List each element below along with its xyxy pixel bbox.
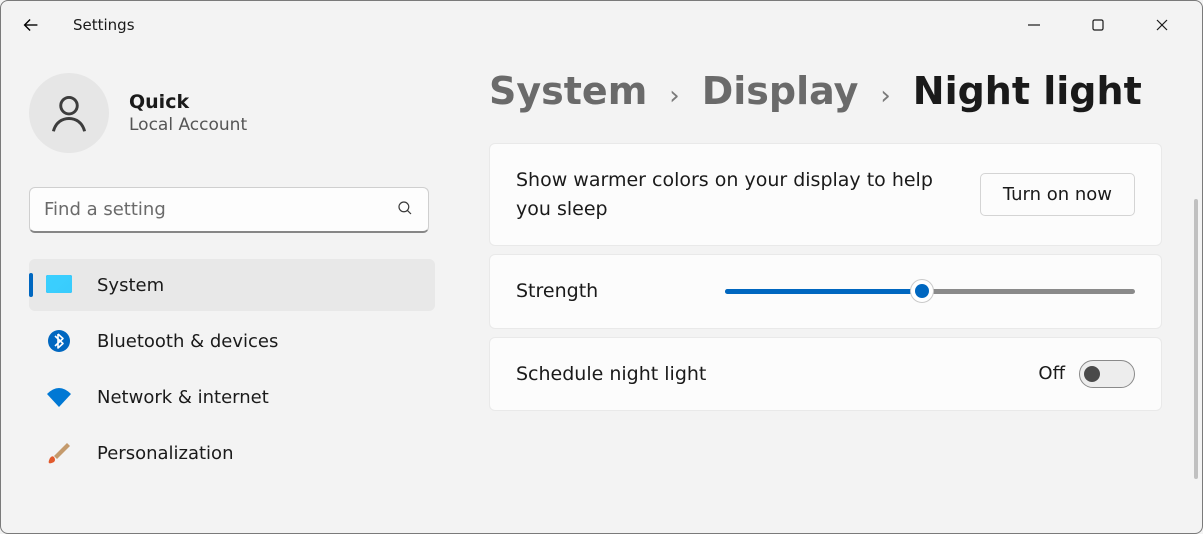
schedule-state-label: Off [1038,363,1065,384]
body: Quick Local Account System [1,49,1202,533]
search-box[interactable] [29,187,429,233]
titlebar: Settings [1,1,1202,49]
sidebar: Quick Local Account System [1,49,441,533]
sidebar-item-system[interactable]: System [29,259,435,311]
main-panel: System › Display › Night light Show warm… [441,49,1202,533]
night-light-description: Show warmer colors on your display to he… [516,166,936,223]
arrow-left-icon [20,14,42,36]
schedule-label: Schedule night light [516,360,706,389]
scrollbar[interactable] [1194,199,1198,479]
sidebar-item-personalization[interactable]: Personalization [29,427,435,479]
system-icon [45,271,73,299]
breadcrumb: System › Display › Night light [489,69,1162,113]
breadcrumb-current: Night light [913,69,1142,113]
sidebar-item-label: Network & internet [97,387,269,408]
breadcrumb-display[interactable]: Display [702,69,859,113]
toggle-knob [1084,366,1100,382]
night-light-intro-card: Show warmer colors on your display to he… [489,143,1162,246]
titlebar-left: Settings [19,13,135,37]
app-title: Settings [73,16,135,34]
slider-fill [725,289,922,294]
sidebar-item-label: System [97,275,164,296]
close-button[interactable] [1130,5,1194,45]
back-button[interactable] [19,13,43,37]
settings-window: Settings Quick Local Account [0,0,1203,534]
sidebar-item-network[interactable]: Network & internet [29,371,435,423]
turn-on-now-button[interactable]: Turn on now [980,173,1135,216]
schedule-toggle[interactable] [1079,360,1135,388]
nav-list: System Bluetooth & devices Network & int… [29,259,435,479]
strength-card: Strength [489,254,1162,329]
profile-block[interactable]: Quick Local Account [29,73,425,153]
sidebar-item-bluetooth[interactable]: Bluetooth & devices [29,315,435,367]
sidebar-item-label: Personalization [97,443,233,464]
maximize-icon [1091,18,1105,32]
maximize-button[interactable] [1066,5,1130,45]
chevron-right-icon: › [669,81,679,111]
person-icon [47,91,91,135]
profile-text: Quick Local Account [129,91,247,135]
strength-label: Strength [516,277,598,306]
wifi-icon [45,383,73,411]
chevron-right-icon: › [880,81,890,111]
schedule-card[interactable]: Schedule night light Off [489,337,1162,412]
window-controls [1002,5,1194,45]
sidebar-item-label: Bluetooth & devices [97,331,278,352]
profile-subtitle: Local Account [129,115,247,135]
avatar [29,73,109,153]
bluetooth-icon [45,327,73,355]
search-input[interactable] [44,199,396,220]
minimize-icon [1027,18,1041,32]
schedule-toggle-wrap: Off [1038,360,1135,388]
search-icon [396,199,414,221]
minimize-button[interactable] [1002,5,1066,45]
strength-slider[interactable] [725,280,1135,302]
brush-icon [45,439,73,467]
profile-name: Quick [129,91,247,113]
slider-thumb[interactable] [910,279,934,303]
close-icon [1155,18,1169,32]
strength-slider-wrap [725,280,1135,302]
breadcrumb-system[interactable]: System [489,69,647,113]
